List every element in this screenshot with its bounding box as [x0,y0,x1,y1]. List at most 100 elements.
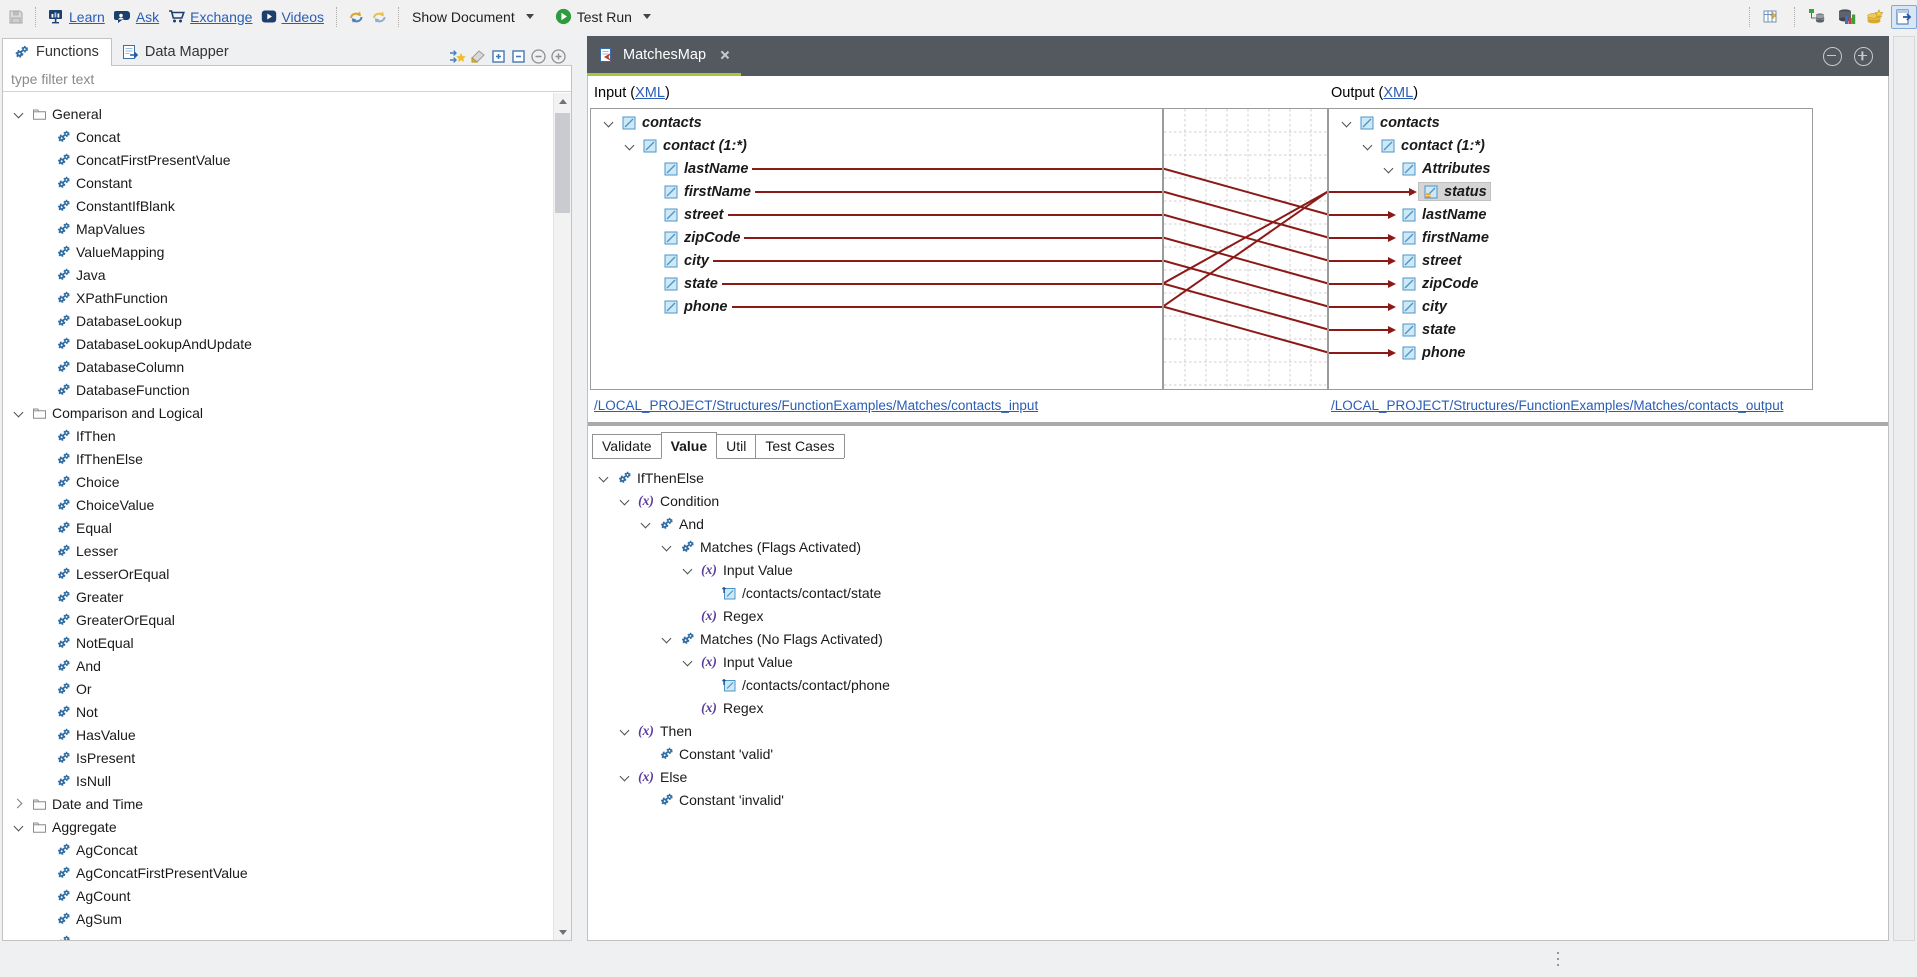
show-document-button[interactable]: Show Document [408,7,538,27]
eraser-icon[interactable] [468,46,488,66]
function-tree-item[interactable]: ConcatFirstPresentValue [3,148,553,171]
coins-star-icon[interactable] [1862,5,1888,29]
function-tree-item[interactable]: Java [3,263,553,286]
function-tree-item[interactable]: Aggregate [3,815,553,838]
input-field-row[interactable]: city [591,249,1162,272]
tab-value[interactable]: Value [661,432,718,459]
function-tree-item[interactable]: Lesser [3,539,553,562]
filter-input[interactable] [3,66,571,92]
chevron-open-icon[interactable] [596,470,612,486]
chevron-open-icon[interactable] [680,654,696,670]
function-tree-item[interactable]: ValueMapping [3,240,553,263]
value-tree-item[interactable]: Matches (No Flags Activated) [590,627,1886,650]
output-field-row[interactable]: contact (1:*) [1329,134,1812,157]
output-field-row[interactable]: state [1329,318,1812,341]
value-tree-item[interactable]: (x)Input Value [590,558,1886,581]
value-tree-item[interactable]: (x)Regex [590,604,1886,627]
mapping-line[interactable] [1164,192,1327,307]
scrollbar-thumb[interactable] [555,113,570,213]
output-field-row[interactable]: contacts [1329,111,1812,134]
chevron-open-icon[interactable] [680,562,696,578]
chevron-open-icon[interactable] [659,539,675,555]
function-tree-item[interactable]: IfThen [3,424,553,447]
expand-all-icon[interactable] [488,46,508,66]
output-field-row[interactable]: status [1329,180,1812,203]
value-tree-item[interactable]: (x)Condition [590,489,1886,512]
tab-util[interactable]: Util [716,434,756,458]
function-tree-item[interactable]: General [3,102,553,125]
chevron-open-icon[interactable] [11,106,27,122]
output-field-row[interactable]: zipCode [1329,272,1812,295]
function-tree-item[interactable]: DatabaseColumn [3,355,553,378]
circle-plus-icon[interactable] [548,46,568,66]
function-tree-item[interactable]: IsNull [3,769,553,792]
mapping-line[interactable] [1164,192,1327,238]
value-tree-item[interactable]: /contacts/contact/phone [590,673,1886,696]
function-tree-item[interactable]: AgSum [3,907,553,930]
chevron-open-icon[interactable] [1360,138,1376,154]
value-tree-item[interactable]: Constant 'valid' [590,742,1886,765]
functions-tree-scrollbar[interactable] [553,93,571,940]
function-tree-item[interactable]: And [3,654,553,677]
exchange-link-label[interactable]: Exchange [190,9,252,25]
value-tree-item[interactable]: /contacts/contact/state [590,581,1886,604]
collapse-all-icon[interactable] [508,46,528,66]
circle-minus-icon[interactable] [528,46,548,66]
output-field-row[interactable]: firstName [1329,226,1812,249]
input-xml-link[interactable]: XML [635,85,665,101]
new-table-icon[interactable] [1759,5,1785,29]
function-tree-item[interactable]: Greater [3,585,553,608]
input-field-row[interactable]: phone [591,295,1162,318]
function-tree-item[interactable]: ChoiceValue [3,493,553,516]
value-tree-item[interactable]: And [590,512,1886,535]
function-tree-item[interactable]: DatabaseLookupAndUpdate [3,332,553,355]
ask-link[interactable]: Ask [111,9,162,25]
scroll-down-icon[interactable] [554,924,571,940]
save-icon[interactable] [6,7,26,27]
tab-test-cases[interactable]: Test Cases [755,434,844,458]
function-tree-item[interactable]: MapValues [3,217,553,240]
star-arrows-icon[interactable] [448,46,468,66]
mapping-line[interactable] [1164,261,1327,307]
chevron-open-icon[interactable] [601,115,617,131]
chevron-open-icon[interactable] [617,723,633,739]
chevron-open-icon[interactable] [1339,115,1355,131]
function-tree-item[interactable]: DatabaseFunction [3,378,553,401]
output-field-row[interactable]: street [1329,249,1812,272]
value-tree-item[interactable]: (x)Else [590,765,1886,788]
output-field-row[interactable]: city [1329,295,1812,318]
function-tree-item[interactable]: HasValue [3,723,553,746]
chevron-open-icon[interactable] [11,819,27,835]
function-tree-item[interactable]: Choice [3,470,553,493]
output-xml-link[interactable]: XML [1383,85,1413,101]
input-field-row[interactable]: firstName [591,180,1162,203]
scroll-up-icon[interactable] [554,93,571,109]
chevron-open-icon[interactable] [622,138,638,154]
tab-functions[interactable]: Functions [2,38,112,66]
value-tree-item[interactable]: Matches (Flags Activated) [590,535,1886,558]
mapping-line[interactable] [1164,238,1327,284]
function-tree-item[interactable]: IfThenElse [3,447,553,470]
tab-data-mapper[interactable]: Data Mapper [112,39,241,66]
videos-link-label[interactable]: Videos [281,9,324,25]
close-icon[interactable] [719,49,731,61]
chevron-open-icon[interactable] [638,516,654,532]
learn-link-label[interactable]: Learn [69,9,105,25]
function-tree-item[interactable]: Equal [3,516,553,539]
input-structure-link[interactable]: /LOCAL_PROJECT/Structures/FunctionExampl… [594,398,1038,413]
videos-link[interactable]: Videos [258,9,327,25]
chevron-closed-icon[interactable] [11,796,27,812]
input-field-row[interactable]: zipCode [591,226,1162,249]
function-tree-item[interactable]: ConstantIfBlank [3,194,553,217]
mapping-line[interactable] [1164,169,1327,215]
input-field-row[interactable]: street [591,203,1162,226]
function-tree-item[interactable]: LesserOrEqual [3,562,553,585]
function-tree-item[interactable]: AgConcat [3,838,553,861]
sync-blue-icon[interactable] [369,7,389,27]
db-chart-icon[interactable] [1833,5,1859,29]
output-field-row[interactable]: phone [1329,341,1812,364]
output-structure-link[interactable]: /LOCAL_PROJECT/Structures/FunctionExampl… [1331,398,1783,413]
learn-link[interactable]: Learn [45,9,108,25]
bottom-drag-handle[interactable] [1556,950,1560,972]
output-field-row[interactable]: lastName [1329,203,1812,226]
